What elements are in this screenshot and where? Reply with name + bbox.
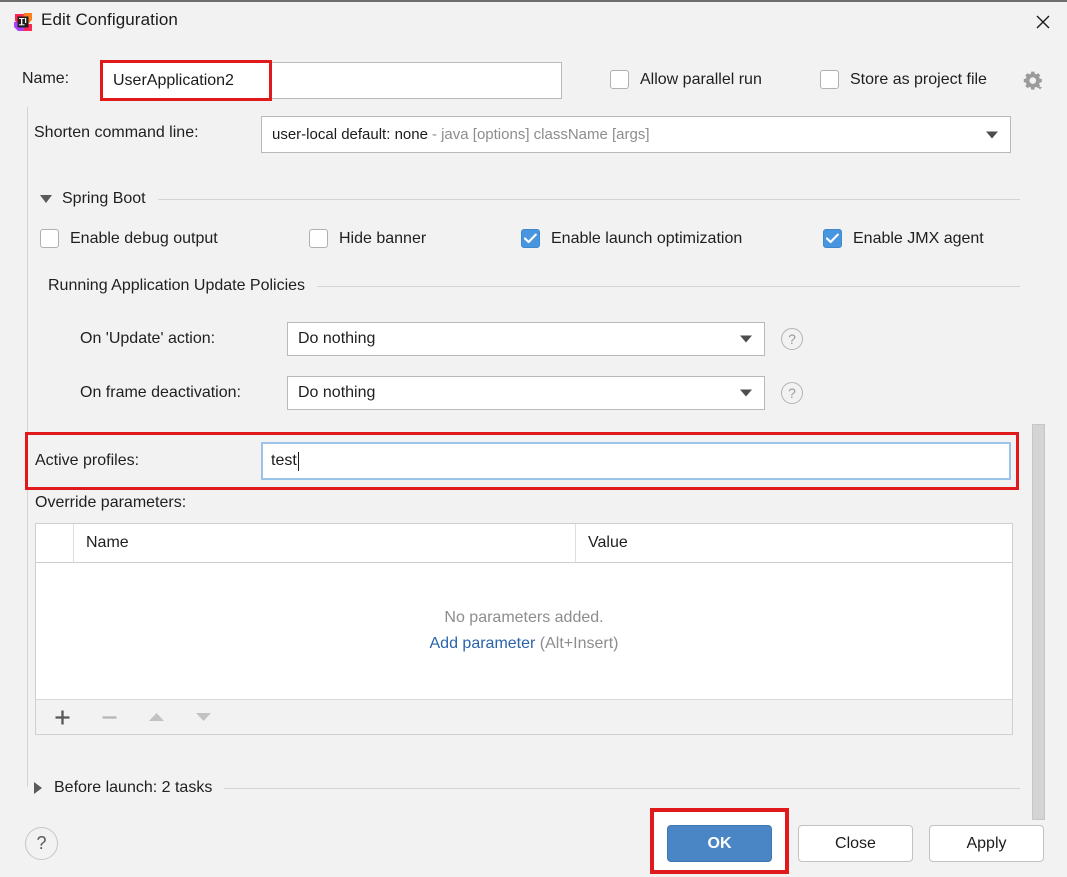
chevron-down-icon [740,336,752,343]
column-header-name[interactable]: Name [74,524,576,562]
close-button[interactable]: Close [798,825,913,862]
on-frame-deactivation-combobox[interactable]: Do nothing [287,376,765,410]
edit-configuration-dialog: Edit Configuration Name: Allow parallel … [0,0,1067,877]
enable-jmx-agent-checkbox[interactable] [823,229,842,248]
group-rule [317,286,1020,287]
title-bar: Edit Configuration [0,2,1067,42]
on-frame-deactivation-value: Do nothing [298,384,375,402]
allow-parallel-run-label: Allow parallel run [640,71,762,89]
add-parameter-link[interactable]: Add parameter [430,635,536,652]
name-label: Name: [22,70,69,88]
table-header-row: Name Value [36,524,1012,563]
move-up-button[interactable] [144,705,168,729]
column-header-value[interactable]: Value [576,524,1012,562]
add-parameter-button[interactable] [50,705,74,729]
shorten-command-line-value: user-local default: none [272,126,428,143]
active-profiles-value: test [271,452,297,470]
spring-boot-group-header[interactable]: Spring Boot [40,190,1020,208]
enable-jmx-agent-checkbox-row[interactable]: Enable JMX agent [823,229,984,248]
shorten-command-line-label: Shorten command line: [34,124,199,142]
enable-launch-optimization-checkbox[interactable] [521,229,540,248]
enable-debug-output-checkbox-row[interactable]: Enable debug output [40,229,218,248]
enable-jmx-agent-label: Enable JMX agent [853,230,984,248]
text-caret [298,452,299,471]
collapse-triangle-icon[interactable] [40,195,52,203]
before-launch-label: Before launch: 2 tasks [54,779,212,797]
intellij-idea-icon [13,12,33,32]
allow-parallel-run-checkbox-row[interactable]: Allow parallel run [610,70,762,89]
on-update-action-value: Do nothing [298,330,375,348]
enable-debug-output-checkbox[interactable] [40,229,59,248]
ok-button[interactable]: OK [667,825,772,862]
move-down-button[interactable] [191,705,215,729]
section-divider [27,107,28,787]
vertical-scrollbar-thumb[interactable] [1032,424,1045,820]
table-toolbar [36,699,1012,734]
empty-state-message: No parameters added. [444,609,603,627]
remove-parameter-button[interactable] [97,705,121,729]
allow-parallel-run-checkbox[interactable] [610,70,629,89]
enable-launch-optimization-label: Enable launch optimization [551,230,742,248]
update-policies-group-header: Running Application Update Policies [48,277,1020,295]
close-icon[interactable] [1019,2,1067,42]
before-launch-group-header[interactable]: Before launch: 2 tasks [34,779,1020,797]
shorten-command-line-hint: - java [options] className [args] [432,126,650,143]
enable-launch-optimization-checkbox-row[interactable]: Enable launch optimization [521,229,742,248]
store-as-project-file-checkbox-row[interactable]: Store as project file [820,70,987,89]
chevron-down-icon [986,131,998,138]
store-as-project-file-checkbox[interactable] [820,70,839,89]
on-frame-deactivation-help-icon[interactable]: ? [781,382,803,404]
hide-banner-label: Hide banner [339,230,426,248]
on-update-action-label: On 'Update' action: [80,330,215,348]
group-rule [158,199,1020,200]
active-profiles-label: Active profiles: [35,452,139,470]
override-parameters-table: Name Value No parameters added. Add para… [35,523,1013,735]
gear-dropdown-icon[interactable] [1022,70,1044,92]
add-parameter-line: Add parameter (Alt+Insert) [430,635,619,653]
hide-banner-checkbox-row[interactable]: Hide banner [309,229,426,248]
override-parameters-label: Override parameters: [35,494,186,512]
table-row-gutter [36,524,74,562]
dialog-title: Edit Configuration [41,10,178,30]
spring-boot-group-title: Spring Boot [62,190,146,208]
name-input[interactable] [102,62,562,99]
table-empty-body: No parameters added. Add parameter (Alt+… [36,563,1012,699]
shorten-command-line-combobox[interactable]: user-local default: none - java [options… [261,116,1011,153]
store-as-project-file-label: Store as project file [850,71,987,89]
update-policies-group-title: Running Application Update Policies [48,277,305,295]
apply-button[interactable]: Apply [929,825,1044,862]
active-profiles-input[interactable]: test [261,442,1011,480]
on-frame-deactivation-label: On frame deactivation: [80,384,241,402]
expand-triangle-icon[interactable] [34,782,42,794]
chevron-down-icon [740,390,752,397]
enable-debug-output-label: Enable debug output [70,230,218,248]
on-update-action-combobox[interactable]: Do nothing [287,322,765,356]
hide-banner-checkbox[interactable] [309,229,328,248]
group-rule [224,788,1020,789]
help-button[interactable]: ? [25,827,58,860]
add-parameter-shortcut: (Alt+Insert) [540,635,619,652]
on-update-action-help-icon[interactable]: ? [781,328,803,350]
